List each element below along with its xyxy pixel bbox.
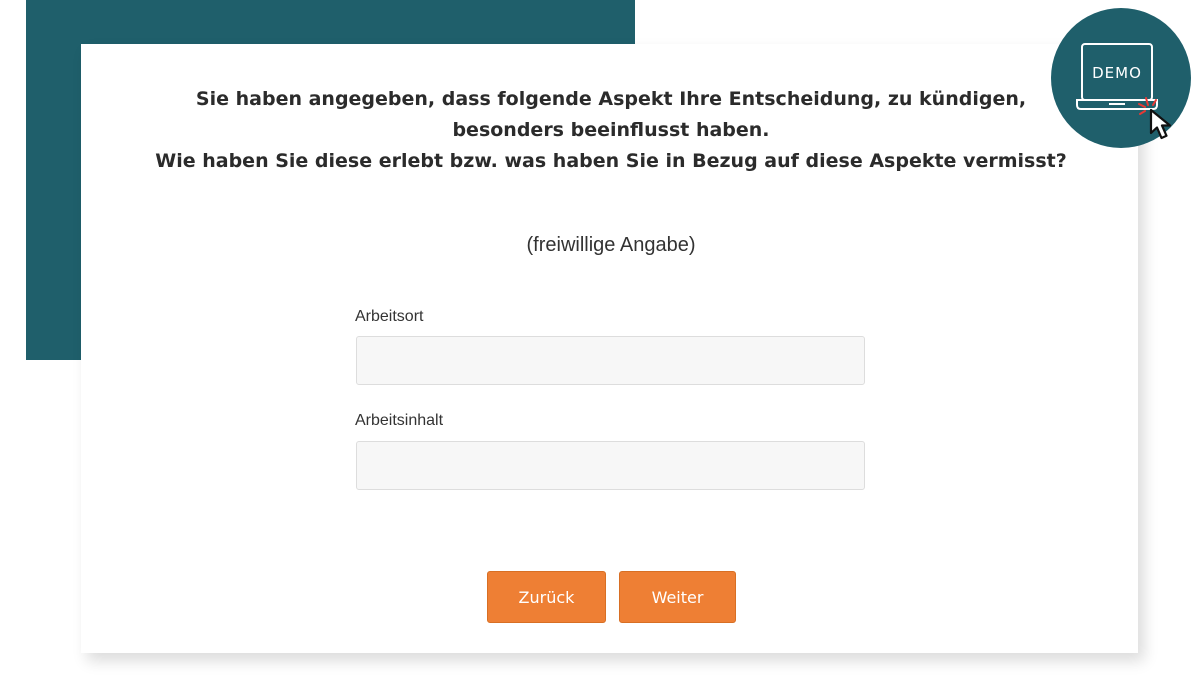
question-line-1: Sie haben angegeben, dass folgende Aspek… xyxy=(195,88,1027,110)
arbeitsort-input[interactable] xyxy=(356,336,865,385)
cursor-icon xyxy=(1138,97,1172,140)
survey-card: Sie haben angegeben, dass folgende Aspek… xyxy=(81,44,1138,653)
question-heading: Sie haben angegeben, dass folgende Aspek… xyxy=(81,84,1141,177)
arbeitsinhalt-input[interactable] xyxy=(356,441,865,490)
next-button[interactable]: Weiter xyxy=(619,571,736,623)
question-line-2: besonders beeinflusst haben. xyxy=(452,119,770,141)
optional-note: (freiwillige Angabe) xyxy=(526,234,696,256)
arbeitsort-label: Arbeitsort xyxy=(355,308,424,325)
demo-label: DEMO xyxy=(1092,64,1142,82)
arbeitsinhalt-label: Arbeitsinhalt xyxy=(355,412,444,429)
back-button[interactable]: Zurück xyxy=(487,571,606,623)
question-line-3: Wie haben Sie diese erlebt bzw. was habe… xyxy=(155,150,1067,172)
